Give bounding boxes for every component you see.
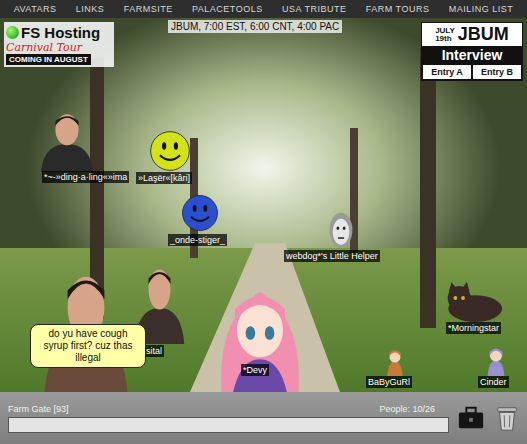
interview-month: JULY [435,27,455,35]
schedule-text: JBUM, 7:00 EST, 6:00 CNT, 4:00 PAC [168,20,342,33]
nav-link[interactable]: FARMSITE [124,4,173,14]
avatar[interactable] [328,212,354,248]
bottom-bar: Farm Gate [93] People: 10/26 [0,392,527,444]
avatar[interactable] [148,130,192,172]
nav-link[interactable]: AVATARS [14,4,57,14]
interview-subtitle: Interview [422,46,522,64]
nav-link[interactable]: PALACETOOLS [192,4,263,14]
person-photo-icon [38,110,96,172]
doll-icon [384,348,406,376]
interview-day: 19th [435,35,455,43]
palace-client: AVATARS LINKS FARMSITE PALACETOOLS USA TRIBU… [0,0,527,444]
nav-bar: AVATARS LINKS FARMSITE PALACETOOLS USA TRIBU… [0,0,527,18]
room[interactable]: FS Hosting Carnival Tour COMING IN AUGUS… [0,18,527,392]
room-name: Farm Gate [93] [8,404,69,414]
nav-link[interactable]: USA TRIBUTE [282,4,346,14]
status-bar: Farm Gate [93] People: 10/26 [8,404,449,414]
avatar-name: *Morningstar [446,322,501,334]
entry-button[interactable]: Entry A [422,64,472,80]
smiley-icon [148,130,192,172]
smiley-icon [180,194,220,232]
avatar-name: webdog*'s Little Helper [284,250,380,262]
nav-link[interactable]: LINKS [76,4,105,14]
interview-sign: JULY 19th JBUM Interview Entry AEntry B [421,22,523,81]
cat-icon [440,282,504,322]
chat-bubble: do yu have cough syrup first? cuz thas i… [30,324,146,368]
avatar[interactable] [484,346,508,376]
people-count: People: 10/26 [379,404,435,414]
fs-title: FS Hosting [21,24,100,41]
fs-subtitle: Carnival Tour [6,41,82,54]
avatar-name: _onde-stiger_ [168,234,227,246]
chat-input[interactable] [8,417,449,433]
avatar-name: *Devy [241,364,269,376]
fs-note: COMING IN AUGUST [6,54,91,65]
avatar-name: *~-»ding·a·ling«»ima [42,171,129,183]
avatar-name: BaByGuRl [366,376,412,388]
entry-button[interactable]: Entry B [472,64,522,80]
avatar-name: Cinder [478,376,509,388]
fs-hosting-logo[interactable]: FS Hosting Carnival Tour COMING IN AUGUS… [4,22,114,67]
avatar[interactable] [440,282,504,322]
briefcase-icon[interactable] [457,404,485,432]
avatar[interactable] [384,348,406,376]
green-ball-icon [6,26,19,39]
avatar[interactable] [180,194,220,232]
trash-icon[interactable] [493,404,521,432]
interview-title: JBUM [458,24,509,45]
doll-icon [484,346,508,376]
face-icon [328,212,354,248]
avatar[interactable] [38,110,96,172]
avatar-name: »Laşër«[kâri] [136,172,192,184]
nav-link[interactable]: MAILING LIST [449,4,514,14]
nav-link[interactable]: FARM TOURS [366,4,430,14]
